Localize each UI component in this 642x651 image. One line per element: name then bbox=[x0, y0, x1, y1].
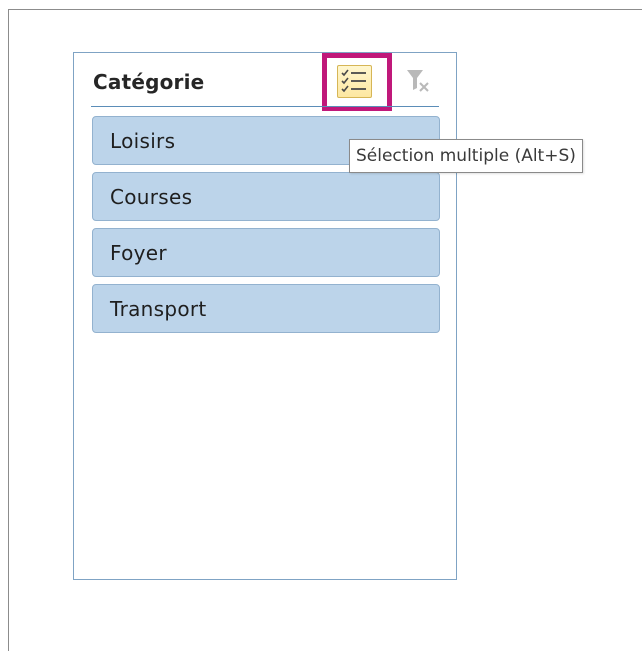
slicer-item-label: Transport bbox=[110, 297, 207, 321]
slicer-item-transport[interactable]: Transport bbox=[92, 284, 440, 333]
multi-select-button[interactable] bbox=[322, 53, 392, 111]
slicer-title: Catégorie bbox=[93, 70, 205, 94]
slicer-item-label: Courses bbox=[110, 185, 193, 209]
header-divider bbox=[91, 106, 439, 107]
slicer-item-label: Loisirs bbox=[110, 129, 176, 153]
multi-select-tooltip: Sélection multiple (Alt+S) bbox=[349, 139, 583, 173]
slicer-item-foyer[interactable]: Foyer bbox=[92, 228, 440, 277]
clear-filter-button[interactable] bbox=[404, 66, 434, 96]
clear-filter-icon bbox=[407, 70, 429, 92]
category-slicer[interactable]: Catégorie Loisirs Courses Foyer Transpor… bbox=[73, 52, 457, 580]
multi-select-icon bbox=[337, 65, 372, 98]
page: Catégorie Loisirs Courses Foyer Transpor… bbox=[0, 0, 642, 651]
slicer-item-courses[interactable]: Courses bbox=[92, 172, 440, 221]
slicer-item-label: Foyer bbox=[110, 241, 167, 265]
